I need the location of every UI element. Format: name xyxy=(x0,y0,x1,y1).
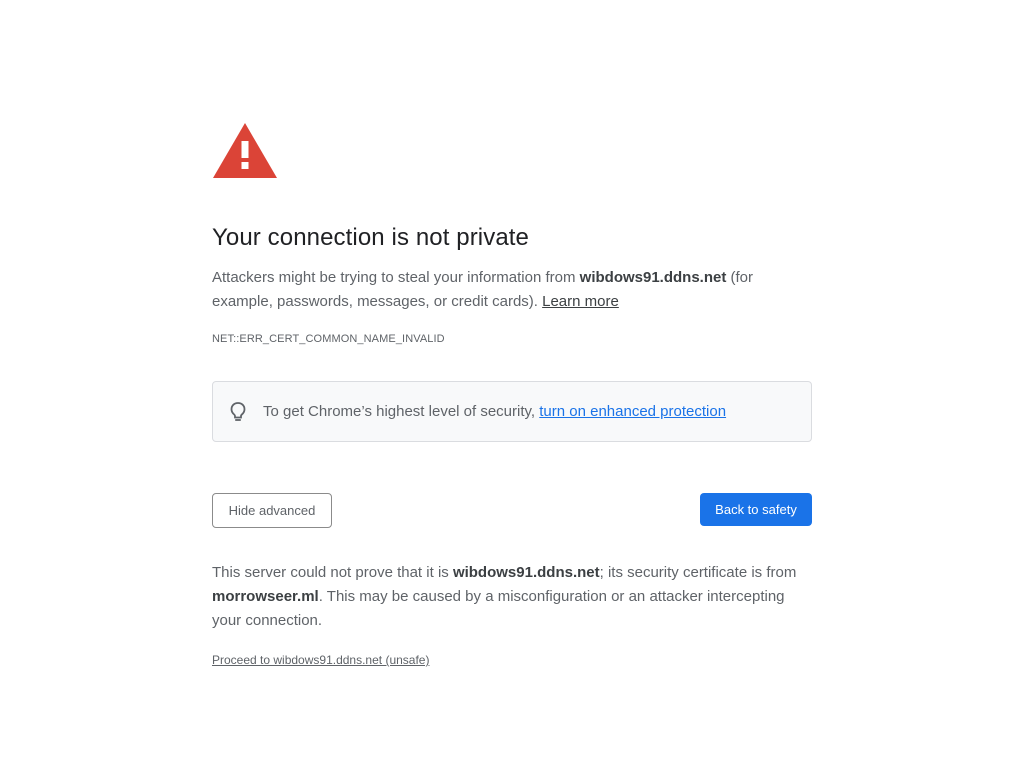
explanation-prefix: Attackers might be trying to steal your … xyxy=(212,269,580,286)
page-title: Your connection is not private xyxy=(212,224,529,251)
enhanced-protection-link[interactable]: turn on enhanced protection xyxy=(539,403,726,420)
enhanced-protection-box: To get Chrome’s highest level of securit… xyxy=(212,381,812,442)
warning-triangle-icon xyxy=(213,123,277,178)
explanation-host: wibdows91.ddns.net xyxy=(579,269,727,286)
details-part1: This server could not prove that it is xyxy=(212,564,453,581)
enhanced-protection-text: To get Chrome’s highest level of securit… xyxy=(263,402,726,422)
details-host: wibdows91.ddns.net xyxy=(452,564,600,581)
hide-advanced-button[interactable]: Hide advanced xyxy=(212,493,332,528)
learn-more-link[interactable]: Learn more xyxy=(542,293,619,310)
button-row: Hide advanced Back to safety xyxy=(212,493,812,528)
enhanced-protection-prefix: To get Chrome’s highest level of securit… xyxy=(263,402,540,420)
lightbulb-icon xyxy=(230,401,246,421)
details-part2: ; its security certificate is from xyxy=(599,564,797,581)
interstitial-page: Your connection is not private Attackers… xyxy=(0,0,1024,768)
details-text: This server could not prove that it is w… xyxy=(212,561,812,633)
back-to-safety-button[interactable]: Back to safety xyxy=(700,493,812,526)
main-content: Your connection is not private Attackers… xyxy=(212,120,812,669)
explanation-text: Attackers might be trying to steal your … xyxy=(212,266,812,314)
details-issuer: morrowseer.ml xyxy=(212,588,319,605)
proceed-unsafe-link[interactable]: Proceed to wibdows91.ddns.net (unsafe) xyxy=(212,653,429,667)
error-code: NET::ERR_CERT_COMMON_NAME_INVALID xyxy=(212,333,445,345)
